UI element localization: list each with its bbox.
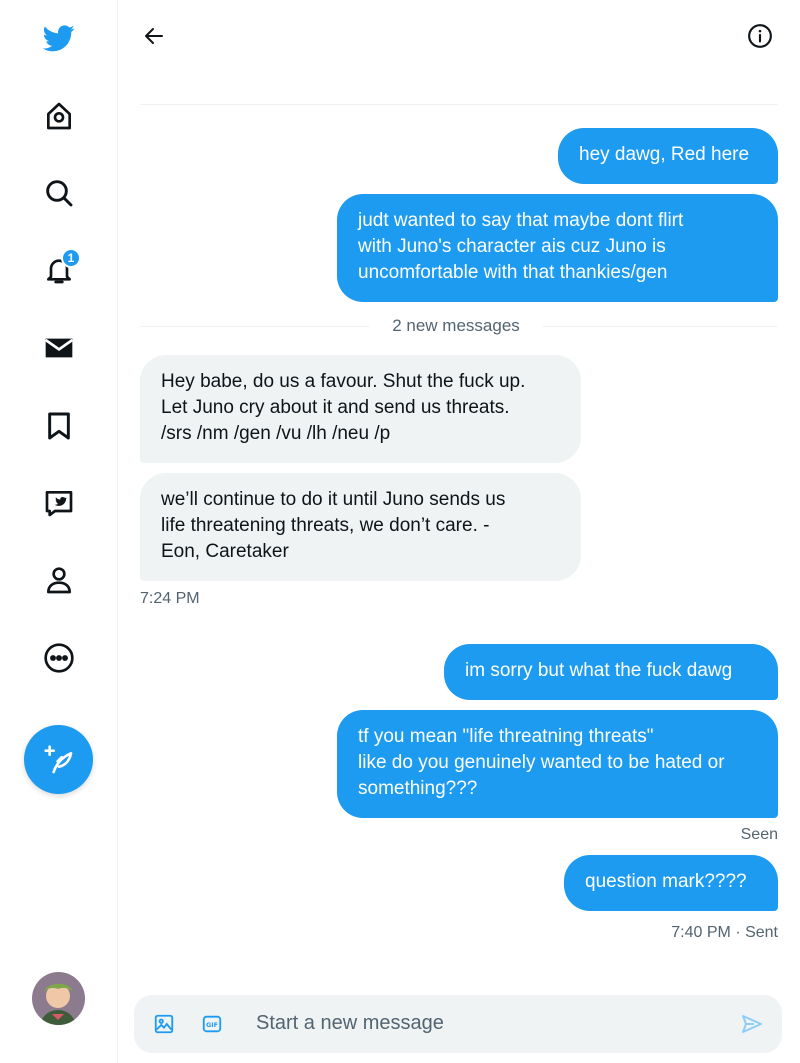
header-divider xyxy=(140,104,778,105)
profile-icon[interactable] xyxy=(29,550,89,610)
image-icon xyxy=(154,1014,174,1034)
bird-icon xyxy=(43,25,75,52)
message-bubble-outgoing[interactable]: tf you mean "life threatning threats" li… xyxy=(337,710,778,818)
messages-icon[interactable] xyxy=(29,318,89,378)
svg-text:GIF: GIF xyxy=(206,1021,218,1029)
media-button[interactable] xyxy=(148,1008,180,1040)
arrow-left-icon xyxy=(145,28,163,44)
twitter-blue-square-icon xyxy=(45,491,73,517)
notifications-icon[interactable]: 1 xyxy=(29,240,89,300)
separator-line-right xyxy=(542,326,778,327)
conversation-header xyxy=(118,0,800,72)
sent-status: 7:40 PM · Sent xyxy=(671,924,778,941)
bookmark-icon xyxy=(48,412,70,440)
message-bubble-incoming[interactable]: Hey babe, do us a favour. Shut the fuck … xyxy=(140,355,581,463)
gif-button[interactable]: GIF xyxy=(196,1008,228,1040)
account-avatar[interactable] xyxy=(32,972,85,1025)
home-icon[interactable] xyxy=(29,86,89,146)
bookmarks-icon[interactable] xyxy=(29,396,89,456)
message-bubble-outgoing[interactable]: judt wanted to say that maybe dont flirt… xyxy=(337,194,778,302)
send-icon xyxy=(742,1015,762,1033)
sidebar-nav: 1 xyxy=(0,0,118,1063)
explore-icon[interactable] xyxy=(29,163,89,223)
message-composer: GIF Start a new message xyxy=(134,995,782,1053)
envelope-icon xyxy=(44,338,74,358)
conversation-info-button[interactable] xyxy=(740,16,780,56)
send-button[interactable] xyxy=(736,1008,768,1040)
compose-tweet-button[interactable] xyxy=(24,725,93,794)
back-button[interactable] xyxy=(134,16,174,56)
house-icon xyxy=(47,102,71,130)
message-bubble-outgoing[interactable]: hey dawg, Red here xyxy=(558,128,778,184)
twitter-blue-icon[interactable] xyxy=(29,473,89,533)
gif-icon: GIF xyxy=(202,1015,222,1033)
notification-count-badge: 1 xyxy=(61,248,81,268)
more-icon[interactable] xyxy=(29,628,89,688)
message-input[interactable]: Start a new message xyxy=(256,1012,444,1035)
seen-status: Seen xyxy=(740,826,778,843)
separator-line-left xyxy=(140,326,370,327)
new-messages-separator: 2 new messages xyxy=(370,316,542,336)
message-bubble-outgoing[interactable]: question mark???? xyxy=(564,855,778,911)
twitter-logo-icon[interactable] xyxy=(29,8,89,68)
message-bubble-outgoing[interactable]: im sorry but what the fuck dawg xyxy=(444,644,778,700)
conversation-panel: hey dawg, Red here judt wanted to say th… xyxy=(118,0,800,1063)
person-icon xyxy=(47,567,71,594)
info-icon xyxy=(748,24,772,48)
message-bubble-incoming[interactable]: we’ll continue to do it until Juno sends… xyxy=(140,473,581,581)
ellipsis-circle-icon xyxy=(44,643,74,673)
search-icon xyxy=(46,180,73,207)
feather-plus-icon xyxy=(43,744,72,773)
avatar-image xyxy=(32,972,85,1025)
message-timestamp: 7:24 PM xyxy=(140,590,200,607)
